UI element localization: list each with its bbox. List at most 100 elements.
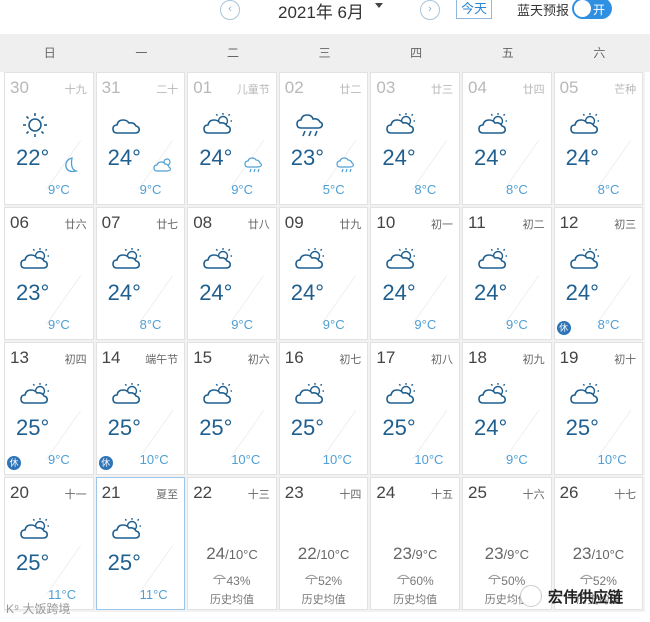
lunar-date: 初十 [614, 354, 637, 366]
day-cell[interactable]: 22 十三 24/10°C 43% 历史均值 [187, 477, 277, 610]
lunar-date: 廿七 [156, 219, 179, 231]
history-high: 24 [206, 544, 226, 563]
day-cell[interactable]: 06 廿六 23° 9°C [4, 207, 94, 340]
rain-probability: 43% [188, 572, 276, 588]
lunar-date: 儿童节 [236, 84, 270, 96]
day-cell[interactable]: 24 十五 23/9°C 60% 历史均值 [370, 477, 460, 610]
month-title[interactable]: 2021年 6月 [278, 0, 364, 23]
lunar-date: 廿四 [522, 84, 545, 96]
day-number: 20 [10, 483, 29, 502]
lunar-date: 十七 [614, 489, 637, 501]
next-month-button[interactable]: › [420, 0, 440, 20]
day-number: 04 [468, 78, 487, 97]
partly-cloudy-icon [569, 246, 601, 274]
day-cell[interactable]: 01 儿童节 24° 9°C [187, 72, 277, 205]
weekday-mon: 一 [135, 46, 148, 60]
day-number: 26 [559, 483, 579, 502]
day-cell[interactable]: 17 初八 25° 10°C [370, 342, 460, 475]
partly-cloudy-icon [111, 516, 143, 544]
day-number: 25 [468, 483, 487, 502]
day-cell[interactable]: 04 廿四 24° 8°C [462, 72, 552, 205]
lunar-date: 十九 [64, 84, 87, 96]
day-cell[interactable]: 23 十四 22/10°C 52% 历史均值 [278, 477, 369, 610]
day-cell[interactable]: 19 初十 25° 10°C [553, 342, 644, 475]
temp-low: 11°C [139, 587, 168, 602]
temp-high: 25° [565, 415, 599, 440]
day-number: 10 [376, 213, 396, 232]
lunar-date: 十六 [522, 489, 545, 501]
day-cell[interactable]: 21 夏至 25° 11°C [95, 477, 186, 610]
day-cell[interactable]: 20 十一 25° 11°C [4, 477, 94, 610]
forecast-toggle[interactable]: 开 [572, 0, 612, 19]
day-cell[interactable]: 16 初七 25° 10°C [278, 342, 369, 475]
day-cell[interactable]: 03 廿三 24° 8°C [370, 72, 460, 205]
weekday-wed: 三 [318, 46, 331, 60]
day-cell[interactable]: 13 初四 25° 9°C 休 [4, 342, 94, 475]
temp-high: 24° [107, 145, 141, 170]
temp-low: 9°C [414, 317, 437, 332]
day-number: 24 [376, 483, 396, 502]
weekday-fri: 五 [501, 46, 514, 60]
weekday-sun: 日 [43, 46, 56, 60]
partly-cloudy-night-icon [152, 155, 174, 175]
day-cell[interactable]: 15 初六 25° 10°C [187, 342, 277, 475]
lunar-date: 廿三 [430, 84, 453, 96]
day-number: 11 [468, 213, 486, 232]
temp-high: 24° [474, 145, 508, 170]
day-cell[interactable]: 07 廿七 24° 8°C [95, 207, 186, 340]
day-number: 31 [101, 78, 121, 97]
day-cell[interactable]: 30 十九 22° 9°C [4, 72, 94, 205]
partly-cloudy-icon [477, 246, 509, 274]
partly-cloudy-icon [202, 246, 234, 274]
partly-cloudy-icon [477, 381, 509, 409]
watermark-right: 宏伟供应链 [520, 585, 623, 607]
temp-low: 8°C [506, 182, 528, 197]
day-cell[interactable]: 12 初三 24° 8°C 休 [553, 207, 644, 340]
history-label: 历史均值 [393, 594, 438, 606]
history-temp: 23/9°C [463, 544, 551, 564]
day-cell[interactable]: 11 初二 24° 9°C [462, 207, 552, 340]
history-label: 历史均值 [301, 594, 346, 606]
forecast-label: 蓝天预报 [517, 3, 570, 18]
toggle-knob [574, 0, 591, 17]
temp-high: 22° [16, 145, 50, 170]
temp-high: 24° [474, 415, 508, 440]
history-temp: 23/10°C [555, 544, 643, 564]
temp-high: 24° [199, 145, 233, 170]
history-low: /10°C [316, 547, 350, 562]
temp-high: 24° [382, 145, 416, 170]
day-cell[interactable]: 02 廿二 23° 5°C [278, 72, 369, 205]
partly-cloudy-icon [385, 111, 417, 139]
history-high: 22 [297, 544, 317, 563]
day-cell[interactable]: 18 初九 24° 9°C [462, 342, 552, 475]
day-cell[interactable]: 31 二十 24° 9°C [95, 72, 186, 205]
temp-high: 24° [382, 280, 416, 305]
watermark-right-text: 宏伟供应链 [548, 588, 624, 606]
day-number: 16 [284, 348, 304, 367]
temp-low: 9°C [506, 452, 528, 467]
lunar-date: 初六 [247, 354, 270, 366]
day-cell[interactable]: 09 廿九 24° 9°C [278, 207, 369, 340]
prev-month-button[interactable]: ‹ [220, 0, 240, 20]
caret-down-icon[interactable] [375, 3, 383, 8]
lunar-date: 十五 [430, 489, 453, 501]
day-number: 18 [468, 348, 487, 367]
day-cell[interactable]: 14 端午节 25° 10°C 休 [95, 342, 186, 475]
weekday-thu: 四 [410, 46, 423, 60]
rain-icon [335, 155, 357, 175]
calendar-header: ‹ 2021年 6月 › 今天 蓝天预报 开 [0, 0, 650, 34]
temp-low: 8°C [139, 317, 162, 332]
temp-high: 25° [16, 415, 50, 440]
weekday-sat: 六 [593, 46, 606, 60]
day-cell[interactable]: 10 初一 24° 9°C [370, 207, 460, 340]
day-number: 22 [193, 483, 213, 502]
day-number: 03 [376, 78, 396, 97]
holiday-badge: 休 [556, 321, 571, 335]
temp-low: 9°C [48, 182, 70, 197]
history-high: 23 [393, 544, 412, 563]
temp-high: 24° [565, 280, 599, 305]
temp-high: 24° [107, 280, 141, 305]
day-cell[interactable]: 05 芒种 24° 8°C [553, 72, 644, 205]
today-button[interactable]: 今天 [456, 0, 492, 19]
day-cell[interactable]: 08 廿八 24° 9°C [187, 207, 277, 340]
